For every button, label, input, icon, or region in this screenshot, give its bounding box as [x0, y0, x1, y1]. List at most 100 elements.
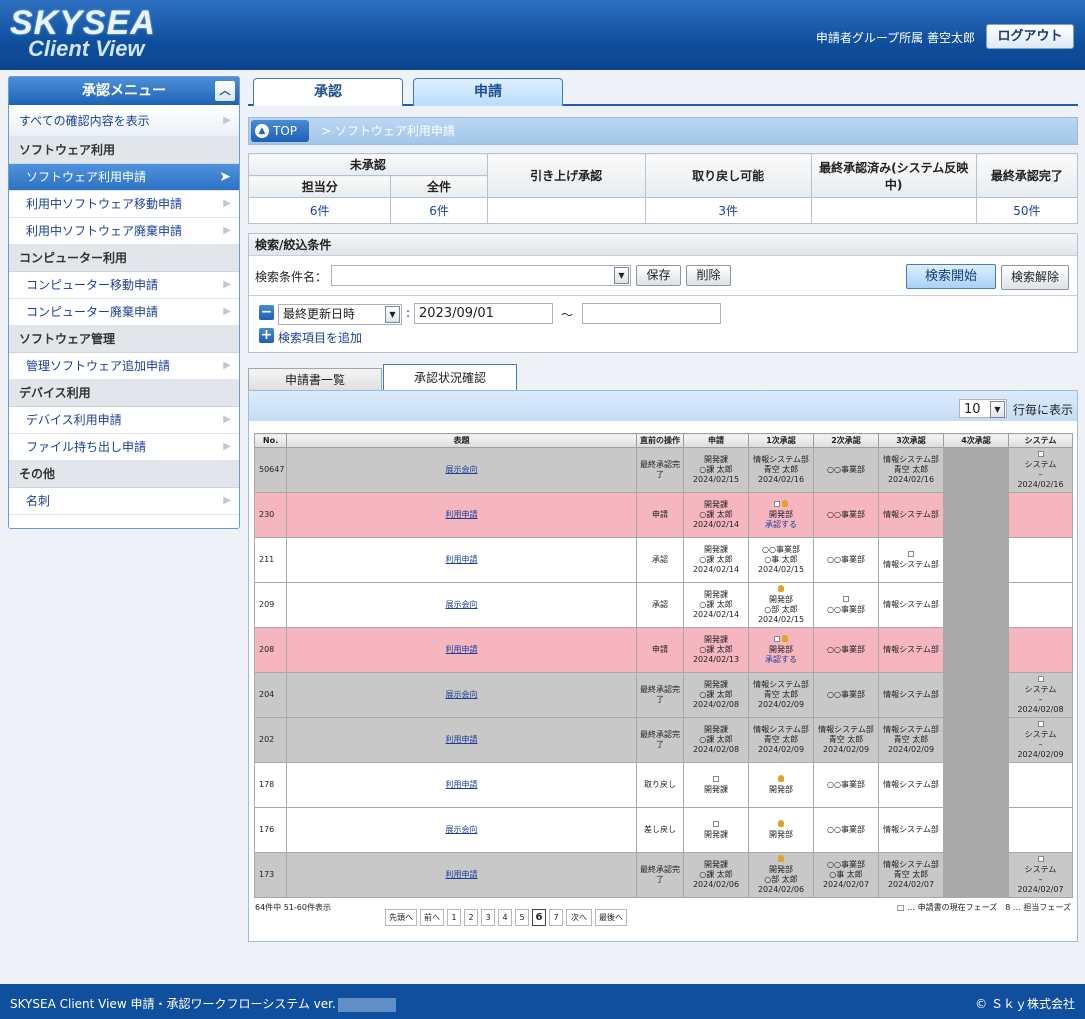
copyright: © Ｓｋｙ株式会社	[975, 997, 1075, 1011]
sidebar-item-software-dispose[interactable]: 利用中ソフトウェア廃棄申請 ▶	[9, 218, 239, 245]
cell-line: 情報システム部	[883, 645, 939, 654]
search-start-button[interactable]: 検索開始	[906, 264, 996, 289]
cell-approval-2: ○○事業部 ○事 太郎 2024/02/07	[813, 852, 879, 898]
breadcrumb-top-link[interactable]: ▲ TOP	[251, 120, 309, 142]
search-condition-label: 検索条件名：	[255, 270, 328, 284]
approve-link[interactable]: 承認する	[750, 655, 813, 665]
logout-button[interactable]: ログアウト	[986, 24, 1074, 49]
cell-system: システム –2024/02/09	[1008, 717, 1073, 763]
cell-line: システム	[1024, 685, 1057, 694]
pager-button[interactable]: 次へ	[566, 909, 592, 926]
cell-line: 2024/02/08	[692, 745, 740, 754]
results-toolbar: 10 ▼ 行毎に表示	[249, 391, 1077, 421]
sidebar-item-business-card[interactable]: 名刺 ▶	[9, 488, 239, 515]
current-phase-icon	[713, 821, 719, 827]
cell-system	[1008, 537, 1073, 583]
cell-approval-1: 開発部 ○部 太郎 2024/02/15	[748, 582, 814, 628]
title-link[interactable]: 利用申請	[286, 492, 637, 538]
cell-line: 2024/02/09	[757, 700, 805, 709]
title-link[interactable]: 利用申請	[286, 627, 637, 673]
pager-button[interactable]: 4	[498, 909, 512, 926]
sidebar-item-software-move[interactable]: 利用中ソフトウェア移動申請 ▶	[9, 191, 239, 218]
title-link[interactable]: 展示会向	[286, 447, 637, 493]
cell-line: ○○事業部	[827, 510, 865, 519]
chevron-up-icon[interactable]: ︿	[215, 81, 235, 101]
title-link[interactable]: 利用申請	[286, 852, 637, 898]
tab-application-list[interactable]: 申請書一覧	[248, 368, 382, 392]
cell-line: 開発課	[704, 785, 728, 794]
tab-approve[interactable]: 承認	[253, 78, 403, 106]
pager-button[interactable]: 2	[464, 909, 478, 926]
sidebar-item-device-use[interactable]: デバイス利用申請 ▶	[9, 407, 239, 434]
sidebar-item-computer-dispose[interactable]: コンピューター廃棄申請 ▶	[9, 299, 239, 326]
sidebar-item-show-all[interactable]: すべての確認内容を表示 ▶	[9, 105, 239, 137]
cell-approval-1: 開発部 承認する	[748, 492, 814, 538]
plus-icon[interactable]: +	[259, 328, 274, 343]
cell-line: 青空 太郎	[763, 465, 799, 474]
delete-button[interactable]: 削除	[686, 265, 731, 286]
sidebar-item-managed-software-add[interactable]: 管理ソフトウェア追加申請 ▶	[9, 353, 239, 380]
search-field-select[interactable]: 最終更新日時 ▼	[278, 304, 402, 325]
cell-approval-4	[943, 447, 1009, 493]
count-final-done[interactable]: 50件	[975, 197, 1079, 224]
cell-line: ○○事業部	[827, 780, 865, 789]
chevron-right-icon: ▶	[223, 495, 231, 506]
cell-approval-3: 情報システム部	[878, 582, 944, 628]
search-condition-select[interactable]: ▼	[331, 265, 631, 286]
date-to-input[interactable]	[582, 303, 721, 324]
current-phase-icon	[773, 636, 780, 642]
pager-button[interactable]: 7	[549, 909, 563, 926]
save-button[interactable]: 保存	[636, 265, 681, 286]
sidebar-item-computer-move[interactable]: コンピューター移動申請 ▶	[9, 272, 239, 299]
title-link[interactable]: 展示会向	[286, 672, 637, 718]
cell-approval-1: ○○事業部 ○事 太郎 2024/02/15	[748, 537, 814, 583]
title-link[interactable]: 利用申請	[286, 717, 637, 763]
cell-approval-4	[943, 717, 1009, 763]
tab-approval-status[interactable]: 承認状況確認	[383, 364, 517, 392]
approve-link[interactable]: 承認する	[750, 520, 813, 530]
sidebar-section-software-mgmt: ソフトウェア管理	[9, 326, 239, 353]
rows-per-page-select[interactable]: 10 ▼	[959, 399, 1007, 418]
cell-line: 2024/02/07	[822, 880, 870, 889]
pager-button[interactable]: 先頭へ	[385, 909, 417, 926]
cell-no: 211	[254, 537, 287, 583]
pager-button[interactable]: 前へ	[420, 909, 444, 926]
count-revertable[interactable]: 3件	[644, 197, 812, 224]
cell-last-op: 取り戻し	[636, 762, 684, 808]
cell-line: ○課 太郎	[699, 600, 733, 609]
cell-no: 178	[254, 762, 287, 808]
pager-info: 64件中 51-60件表示	[255, 903, 331, 912]
sidebar-item-software-use[interactable]: ソフトウェア利用申請 ➤	[9, 164, 239, 191]
cell-line: 情報システム部	[753, 725, 809, 734]
column-header[interactable]: No.	[254, 433, 287, 448]
cell-last-op: 申請	[636, 492, 684, 538]
pager-current-page[interactable]: 6	[532, 909, 546, 926]
pager-button[interactable]: 5	[515, 909, 529, 926]
cell-line: 青空 太郎	[893, 465, 929, 474]
title-link[interactable]: 展示会向	[286, 807, 637, 853]
title-link[interactable]: 展示会向	[286, 582, 637, 628]
minus-icon[interactable]: −	[259, 305, 274, 320]
cell-no: 209	[254, 582, 287, 628]
cell-system	[1008, 582, 1073, 628]
title-link[interactable]: 利用申請	[286, 762, 637, 808]
cell-approval-4	[943, 672, 1009, 718]
cell-line: 開発部	[769, 645, 793, 654]
title-link[interactable]: 利用申請	[286, 537, 637, 583]
pager-button[interactable]: 1	[447, 909, 461, 926]
add-search-item-link[interactable]: 検索項目を追加	[278, 329, 362, 346]
date-from-input[interactable]: 2023/09/01	[414, 303, 553, 324]
pager-button[interactable]: 3	[481, 909, 495, 926]
search-clear-button[interactable]: 検索解除	[1001, 265, 1069, 290]
cell-line: –	[1038, 695, 1043, 704]
tab-apply[interactable]: 申請	[413, 78, 563, 106]
count-all[interactable]: 6件	[390, 197, 488, 224]
cell-no: 204	[254, 672, 287, 718]
count-assigned[interactable]: 6件	[247, 197, 392, 224]
header-final-reflecting: 最終承認済み(システム反映中)	[810, 153, 977, 198]
cell-line: 青空 太郎	[763, 735, 799, 744]
cell-system: システム –2024/02/16	[1008, 447, 1073, 493]
sidebar-item-file-takeout[interactable]: ファイル持ち出し申請 ▶	[9, 434, 239, 461]
table-row: 209 展示会向 承認 開発課 ○課 太郎 2024/02/14 開発部 ○部 太郎 2024/…	[254, 582, 1073, 628]
pager-button[interactable]: 最後へ	[595, 909, 627, 926]
